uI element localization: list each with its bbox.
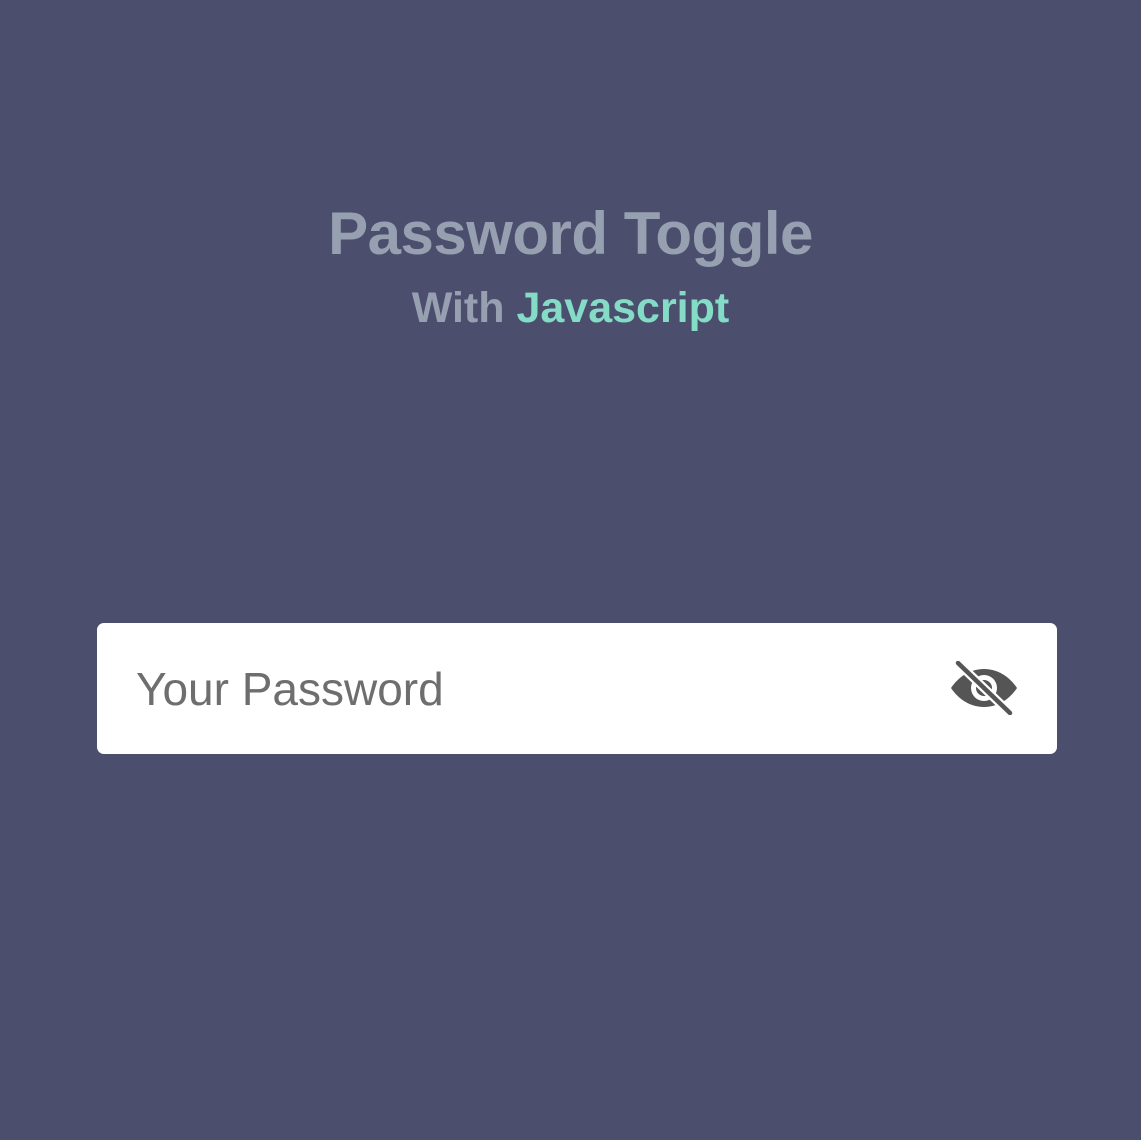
eye-slash-icon bbox=[951, 661, 1017, 715]
subtitle-prefix: With bbox=[411, 284, 517, 332]
page-subtitle: With Javascript bbox=[0, 282, 1141, 334]
password-visibility-toggle[interactable] bbox=[948, 656, 1020, 720]
page: Password Toggle With Javascript bbox=[0, 0, 1141, 1140]
password-input[interactable] bbox=[97, 623, 917, 754]
subtitle-accent: Javascript bbox=[516, 284, 730, 332]
password-field-container bbox=[97, 623, 1057, 754]
page-title: Password Toggle bbox=[328, 200, 813, 267]
